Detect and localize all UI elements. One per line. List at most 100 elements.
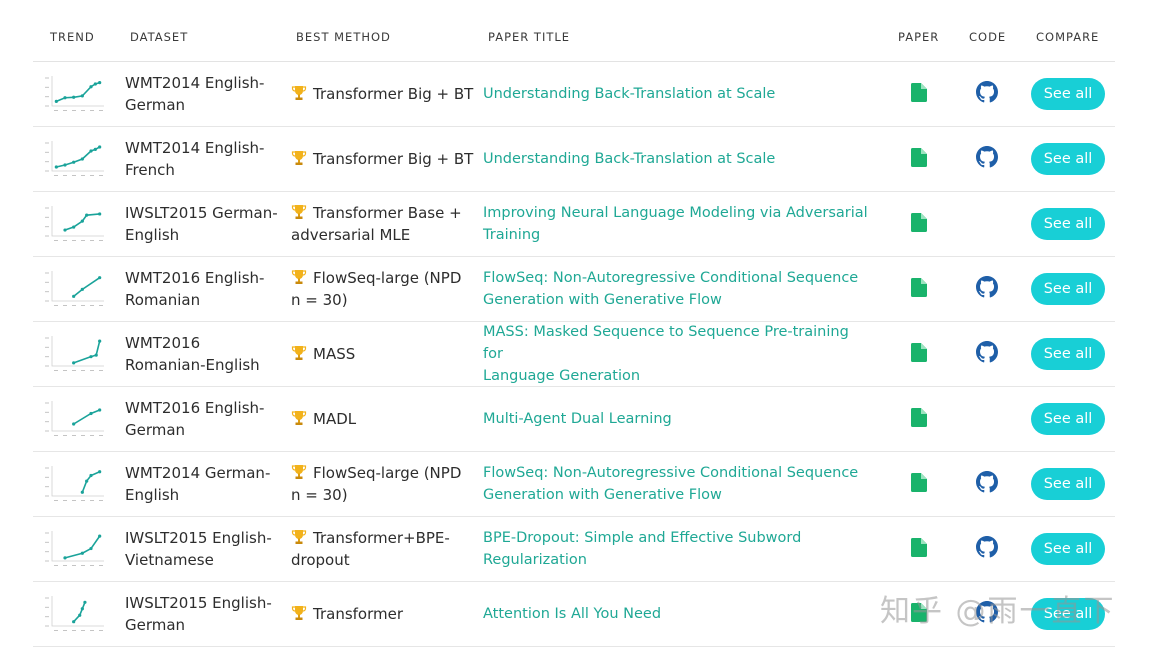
trend-sparkline[interactable]: [44, 257, 108, 321]
sparkline-point: [80, 607, 84, 611]
dataset-name[interactable]: IWSLT2015 English- German: [125, 582, 285, 646]
sparkline-tick: [45, 337, 49, 339]
paper-title-link[interactable]: Understanding Back-Translation at Scale: [483, 127, 873, 191]
table-header: TREND DATASET BEST METHOD PAPER TITLE PA…: [33, 18, 1115, 62]
trend-sparkline[interactable]: [44, 127, 108, 191]
trophy-icon: [291, 606, 307, 620]
table-row: WMT2016 Romanian-English MASS MASS: Maske…: [33, 322, 1115, 387]
paper-link[interactable]: [909, 387, 929, 451]
paper-title-link[interactable]: FlowSeq: Non-Autoregressive Conditional …: [483, 257, 873, 321]
paper-icon: [911, 147, 927, 171]
best-method: FlowSeq-large (NPD n = 30): [291, 464, 462, 504]
trend-sparkline[interactable]: [44, 192, 108, 256]
compare-cell: See all: [1031, 322, 1105, 386]
sparkline-tick: [54, 565, 58, 566]
dataset-name[interactable]: WMT2016 English- German: [125, 387, 285, 451]
sparkline-tick: [45, 105, 49, 107]
code-link[interactable]: [976, 62, 998, 126]
compare-cell: See all: [1031, 192, 1105, 256]
paper-title-link[interactable]: FlowSeq: Non-Autoregressive Conditional …: [483, 452, 873, 516]
sparkline-tick: [99, 500, 103, 501]
trend-sparkline[interactable]: [44, 322, 108, 386]
see-all-button[interactable]: See all: [1031, 338, 1105, 370]
sparkline-tick: [81, 305, 85, 306]
best-method: Transformer Big + BT: [291, 62, 475, 126]
sparkline-tick: [72, 305, 76, 306]
dataset-name[interactable]: WMT2016 Romanian-English: [125, 322, 285, 386]
table-row: WMT2014 German- English FlowSeq-large (NP…: [33, 452, 1115, 517]
trend-sparkline[interactable]: [44, 387, 108, 451]
sparkline-tick: [99, 565, 103, 566]
dataset-name[interactable]: WMT2016 English- Romanian: [125, 257, 285, 321]
header-code: CODE: [969, 30, 1007, 44]
dataset-name[interactable]: WMT2014 German- English: [125, 452, 285, 516]
header-paper-title: PAPER TITLE: [488, 30, 571, 44]
sparkline-tick: [45, 541, 49, 543]
best-method: Transformer+BPE-dropout: [291, 529, 450, 569]
sparkline-point: [98, 408, 102, 412]
see-all-button[interactable]: See all: [1031, 403, 1105, 435]
see-all-button[interactable]: See all: [1031, 273, 1105, 305]
header-best-method: BEST METHOD: [296, 30, 391, 44]
sparkline-tick: [63, 370, 67, 371]
sparkline-tick: [45, 170, 49, 172]
paper-icon: [911, 277, 927, 301]
see-all-button[interactable]: See all: [1031, 468, 1105, 500]
paper-title-link[interactable]: BPE-Dropout: Simple and Effective Subwor…: [483, 517, 873, 581]
sparkline-tick: [45, 151, 49, 153]
sparkline-tick: [81, 500, 85, 501]
sparkline-axis: [51, 271, 104, 302]
trend-sparkline[interactable]: [44, 452, 108, 516]
sparkline-tick: [90, 110, 94, 111]
table-row: WMT2016 English- Romanian FlowSeq-large (…: [33, 257, 1115, 322]
sparkline-point: [54, 99, 58, 104]
paper-title-link[interactable]: Understanding Back-Translation at Scale: [483, 62, 873, 126]
sparkline-tick: [45, 281, 49, 283]
see-all-button[interactable]: See all: [1031, 533, 1105, 565]
paper-title-link[interactable]: MASS: Masked Sequence to Sequence Pre-tr…: [483, 322, 873, 386]
trophy-icon: [291, 465, 307, 479]
trend-sparkline[interactable]: [44, 62, 108, 126]
sparkline-tick: [90, 565, 94, 566]
code-link[interactable]: [976, 322, 998, 386]
sparkline-point: [80, 157, 84, 161]
paper-title-link[interactable]: Improving Neural Language Modeling via A…: [483, 192, 873, 256]
paper-link[interactable]: [909, 452, 929, 516]
dataset-name[interactable]: WMT2014 English- German: [125, 62, 285, 126]
sparkline-tick: [81, 370, 85, 371]
sparkline-tick: [72, 565, 76, 566]
paper-title-link[interactable]: Attention Is All You Need: [483, 582, 873, 646]
paper-link[interactable]: [909, 192, 929, 256]
paper-link[interactable]: [909, 517, 929, 581]
code-link[interactable]: [976, 517, 998, 581]
paper-title-link[interactable]: Multi-Agent Dual Learning: [483, 387, 873, 451]
see-all-button[interactable]: See all: [1031, 143, 1105, 175]
sparkline-tick: [45, 411, 49, 413]
sparkline-tick: [45, 616, 49, 618]
sparkline-tick: [45, 226, 49, 228]
sparkline-point: [85, 479, 89, 483]
sparkline-axis: [51, 206, 104, 237]
sparkline-point: [98, 534, 102, 538]
sparkline-point: [72, 160, 76, 164]
code-link[interactable]: [976, 452, 998, 516]
sparkline-point: [80, 551, 84, 555]
sparkline-tick: [45, 476, 49, 478]
trend-sparkline[interactable]: [44, 582, 108, 646]
see-all-button[interactable]: See all: [1031, 208, 1105, 240]
paper-link[interactable]: [909, 127, 929, 191]
sparkline-line: [73, 340, 101, 364]
paper-link[interactable]: [909, 322, 929, 386]
paper-link[interactable]: [909, 62, 929, 126]
dataset-name[interactable]: IWSLT2015 English- Vietnamese: [125, 517, 285, 581]
trend-sparkline[interactable]: [44, 517, 108, 581]
dataset-name[interactable]: WMT2014 English- French: [125, 127, 285, 191]
code-link[interactable]: [976, 257, 998, 321]
sparkline-tick: [45, 86, 49, 88]
code-link[interactable]: [976, 127, 998, 191]
sparkline-tick: [45, 96, 49, 98]
see-all-button[interactable]: See all: [1031, 78, 1105, 110]
paper-link[interactable]: [909, 257, 929, 321]
sparkline-axis: [51, 76, 104, 107]
dataset-name[interactable]: IWSLT2015 German- English: [125, 192, 285, 256]
